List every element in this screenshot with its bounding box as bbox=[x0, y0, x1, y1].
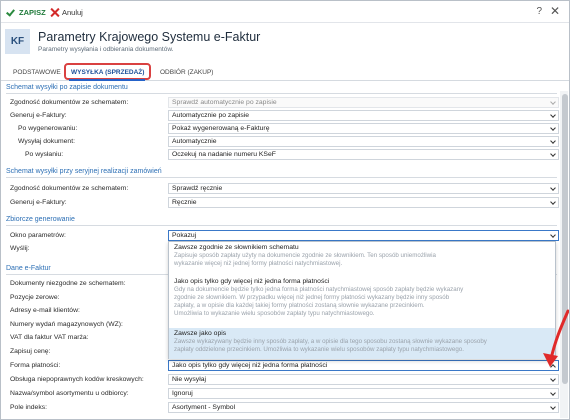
option-description: Zapisuje sposób zapłaty użyty na dokumen… bbox=[174, 252, 436, 259]
save-button[interactable]: ZAPISZ bbox=[7, 5, 46, 19]
chevron-down-icon bbox=[550, 99, 556, 105]
field-label: Forma płatności: bbox=[10, 362, 61, 369]
cancel-button[interactable]: Anuluj bbox=[50, 5, 83, 19]
chevron-down-icon bbox=[550, 151, 556, 157]
field-label: Pozycje zerowe: bbox=[10, 294, 60, 301]
dropdown-option[interactable]: Jako opis tylko gdy więcej niż jedna for… bbox=[169, 278, 555, 326]
section-divider bbox=[6, 225, 557, 226]
wysylaj-select[interactable]: Automatycznie bbox=[168, 136, 559, 147]
close-x-icon bbox=[50, 8, 59, 17]
field-label: Zgodność dokumentów ze schematem: bbox=[10, 185, 129, 192]
okno-parametrow-select[interactable]: Pokazuj bbox=[168, 230, 559, 241]
field-label: Obsługa niepoprawnych kodów kreskowych: bbox=[10, 376, 144, 383]
forma-platnosci-dropdown: Zawsze zgodnie ze słownikiem schematu Za… bbox=[168, 241, 556, 359]
tab-odbior[interactable]: ODBIÓR (ZAKUP) bbox=[160, 66, 213, 79]
app-logo: KF bbox=[5, 29, 30, 54]
option-description: wykazanie więcej niż jednej formy płatno… bbox=[174, 260, 343, 267]
option-title: Jako opis tylko gdy więcej niż jedna for… bbox=[174, 278, 330, 285]
dialog-header: KF Parametry Krajowego Systemu e-Faktur … bbox=[1, 23, 569, 60]
nazwa-symbol-select[interactable]: Ignoruj bbox=[168, 388, 559, 399]
section-title-zbiorcze: Zbiorcze generowanie bbox=[6, 216, 75, 223]
field-label: Okno parametrów: bbox=[10, 232, 66, 239]
section-divider bbox=[6, 93, 557, 94]
chevron-down-icon bbox=[550, 112, 556, 118]
chevron-down-icon bbox=[550, 138, 556, 144]
select-value: Pokazuj bbox=[172, 232, 197, 239]
select-value: Pokaż wygenerowaną e-Fakturę bbox=[172, 125, 270, 132]
page-title: Parametry Krajowego Systemu e-Faktur bbox=[38, 30, 261, 44]
section-divider bbox=[6, 177, 557, 178]
select-value: Nie wysyłaj bbox=[172, 376, 206, 383]
option-description: Gdy na dokumencie będzie tylko jedna for… bbox=[174, 286, 464, 293]
option-description: zgodnie ze słownikiem. W przypadku więce… bbox=[174, 294, 450, 301]
section-title-schemat-po-zapisie: Schemat wysyłki po zapisie dokumentu bbox=[6, 84, 128, 91]
select-value: Oczekuj na nadanie numeru KSeF bbox=[172, 151, 276, 158]
select-value: Sprawdź ręcznie bbox=[172, 185, 223, 192]
field-label: Numery wydań magazynowych (WZ): bbox=[10, 321, 123, 328]
field-label: VAT dla faktur VAT marża: bbox=[10, 334, 89, 341]
tab-podstawowe[interactable]: PODSTAWOWE bbox=[13, 66, 61, 79]
chevron-down-icon bbox=[550, 125, 556, 131]
select-value: Jako opis tylko gdy więcej niż jedna for… bbox=[172, 362, 328, 369]
option-title: Zawsze jako opis bbox=[174, 330, 227, 337]
option-description: Umożliwia to wykazanie wielu sposobów za… bbox=[174, 310, 375, 317]
s1-generuj-select[interactable]: Automatycznie po zapisie bbox=[168, 110, 559, 121]
chevron-down-icon bbox=[550, 376, 556, 382]
field-label: Nazwa/symbol asortymentu u odbiorcy: bbox=[10, 390, 129, 397]
field-label: Pole indeks: bbox=[10, 404, 48, 411]
field-label: Dokumenty niezgodne ze schematem: bbox=[10, 280, 126, 287]
tab-bar: PODSTAWOWE WYSYŁKA (SPRZEDAŻ) ODBIÓR (ZA… bbox=[1, 63, 569, 81]
field-label: Generuj e-Faktury: bbox=[10, 112, 67, 119]
field-label: Wyślij: bbox=[10, 245, 30, 252]
option-description: Zawsze wykazywany będzie inny sposób zap… bbox=[174, 338, 487, 345]
field-label: Zapisuj cenę: bbox=[10, 348, 51, 355]
chevron-down-icon bbox=[550, 199, 556, 205]
window-close-icon[interactable]: ✕ bbox=[550, 4, 560, 18]
toolbar: ZAPISZ Anuluj ? ✕ bbox=[1, 1, 569, 23]
select-value: Ręcznie bbox=[172, 199, 197, 206]
section-title-dane-efaktur: Dane e-Faktur bbox=[6, 265, 51, 272]
s2-generuj-select[interactable]: Ręcznie bbox=[168, 197, 559, 208]
field-label: Adresy e-mail klientów: bbox=[10, 307, 80, 314]
chevron-down-icon bbox=[550, 404, 556, 410]
annotation-arrow-icon bbox=[543, 309, 569, 367]
option-title: Zawsze zgodnie ze słownikiem schematu bbox=[174, 244, 299, 251]
tab-wysylka[interactable]: WYSYŁKA (SPRZEDAŻ) bbox=[71, 66, 144, 79]
select-value: Automatycznie bbox=[172, 138, 217, 145]
select-value: Ignoruj bbox=[172, 390, 193, 397]
save-button-label: ZAPISZ bbox=[19, 7, 46, 17]
chevron-down-icon bbox=[550, 185, 556, 191]
help-icon[interactable]: ? bbox=[536, 6, 542, 17]
cancel-button-label: Anuluj bbox=[62, 7, 83, 17]
dropdown-option-selected[interactable]: Zawsze jako opis Zawsze wykazywany będzi… bbox=[169, 328, 555, 359]
option-description: zapłaty, a w opisie dla każdej takiej fo… bbox=[174, 302, 425, 309]
forma-platnosci-select[interactable]: Jako opis tylko gdy więcej niż jedna for… bbox=[168, 360, 559, 371]
field-label: Wysyłaj dokument: bbox=[18, 138, 75, 145]
select-value: Automatycznie po zapisie bbox=[172, 112, 250, 119]
po-wyslaniu-select[interactable]: Oczekuj na nadanie numeru KSeF bbox=[168, 149, 559, 160]
field-label: Generuj e-Faktury: bbox=[10, 199, 67, 206]
section-title-seryjna-realizacja: Schemat wysyłki przy seryjnej realizacji… bbox=[6, 168, 162, 175]
po-wygenerowaniu-select[interactable]: Pokaż wygenerowaną e-Fakturę bbox=[168, 123, 559, 134]
check-icon bbox=[7, 8, 16, 17]
select-value: Sprawdź automatycznie po zapisie bbox=[172, 99, 277, 106]
select-value: Asortyment - Symbol bbox=[172, 404, 236, 411]
s2-zgodnosc-select[interactable]: Sprawdź ręcznie bbox=[168, 183, 559, 194]
obsluga-kodow-select[interactable]: Nie wysyłaj bbox=[168, 374, 559, 385]
field-label: Po wygenerowaniu: bbox=[18, 125, 78, 132]
chevron-down-icon bbox=[550, 390, 556, 396]
field-label: Zgodność dokumentów ze schematem: bbox=[10, 99, 129, 106]
field-label: Po wysłaniu: bbox=[25, 151, 64, 158]
chevron-down-icon bbox=[550, 232, 556, 238]
dialog-window: ZAPISZ Anuluj ? ✕ KF Parametry Krajowego… bbox=[0, 0, 570, 420]
page-subtitle: Parametry wysyłania i odbierania dokumen… bbox=[38, 46, 174, 53]
dropdown-option[interactable]: Zawsze zgodnie ze słownikiem schematu Za… bbox=[169, 244, 555, 282]
pole-indeks-select[interactable]: Asortyment - Symbol bbox=[168, 402, 559, 413]
s1-zgodnosc-select: Sprawdź automatycznie po zapisie bbox=[168, 97, 559, 108]
option-description: zapłaty oddzielone przecinkiem. Umożliwi… bbox=[174, 346, 464, 353]
